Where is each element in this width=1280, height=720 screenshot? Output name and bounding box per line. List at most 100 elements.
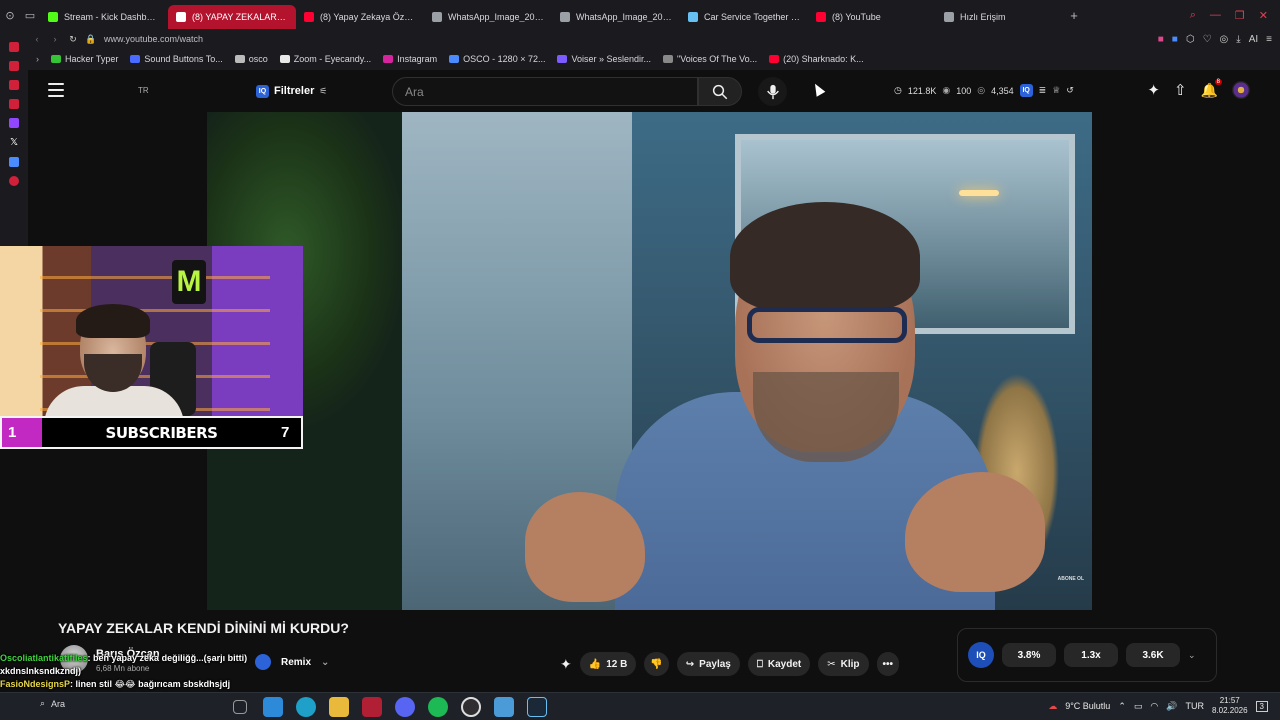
wifi-icon[interactable]: ◠ <box>1150 701 1158 712</box>
browser-tab[interactable]: WhatsApp_Image_2026-0 <box>424 5 552 29</box>
rail-history-icon[interactable] <box>9 61 19 71</box>
like-button[interactable]: 👍 12 B <box>579 652 637 676</box>
bookmark-item[interactable]: Voiser » Seslendir... <box>557 54 651 64</box>
language-indicator[interactable]: TUR <box>1185 701 1204 711</box>
iq-expand-chevron-icon[interactable]: ⌄ <box>1188 650 1196 661</box>
network-icon[interactable]: ▭ <box>1134 701 1143 712</box>
weather-text[interactable]: 9°C Bulutlu <box>1065 701 1110 711</box>
filters-button[interactable]: IQ Filtreler ⚟ <box>256 82 327 100</box>
files-icon[interactable] <box>329 697 349 717</box>
extension-pink-icon[interactable]: ■ <box>1158 34 1164 45</box>
maximize-button[interactable]: ❐ <box>1235 9 1245 22</box>
list-icon[interactable]: ≣ <box>1039 85 1047 96</box>
video-player[interactable]: ABONE OL <box>207 112 1092 610</box>
menu-icon[interactable]: ≡ <box>1266 34 1272 45</box>
voice-search-button[interactable] <box>758 77 787 106</box>
share-button[interactable]: ↪ Paylaş <box>676 652 740 676</box>
back-button[interactable]: ‹ <box>28 34 46 44</box>
browser-tab[interactable]: (8) Yapay Zekaya Özel So <box>296 5 424 29</box>
volume-icon[interactable]: 🔊 <box>1166 701 1177 712</box>
browser-tab[interactable]: Stream - Kick Dashboard <box>40 5 168 29</box>
dislike-button[interactable]: 👎 <box>644 652 669 676</box>
account-avatar[interactable] <box>1232 81 1250 99</box>
refresh-icon[interactable]: ↺ <box>1066 85 1074 96</box>
extension-blue-icon[interactable]: ■ <box>1172 34 1178 45</box>
bookmark-item[interactable]: (20) Sharknado: K... <box>769 54 864 64</box>
spotify-icon[interactable] <box>428 697 448 717</box>
rail-messages-icon[interactable] <box>9 80 19 90</box>
download-icon[interactable]: ⤓ <box>1236 34 1240 45</box>
eye-icon: ◎ <box>977 85 986 95</box>
task-view-icon[interactable] <box>233 700 247 714</box>
new-tab-button[interactable]: + <box>1064 8 1084 23</box>
search-input[interactable]: Ara <box>392 77 698 106</box>
bookmark-item[interactable]: OSCO - 1280 × 72... <box>449 54 545 64</box>
browser-tab[interactable]: (8) YouTube <box>808 5 936 29</box>
opera-icon[interactable] <box>362 697 382 717</box>
app-blue-icon[interactable] <box>494 697 514 717</box>
hamburger-menu-icon[interactable] <box>48 83 64 97</box>
reload-button[interactable]: ↻ <box>64 34 82 45</box>
search-button[interactable] <box>698 77 742 106</box>
scissors-icon: ✂ <box>827 658 836 670</box>
steam-icon[interactable] <box>527 697 547 717</box>
screenshot-icon[interactable]: ◎ <box>1220 34 1229 45</box>
rail-red-icon[interactable] <box>9 42 19 52</box>
discord-icon[interactable] <box>395 697 415 717</box>
more-dots-icon: ••• <box>882 658 894 670</box>
extensions-icon[interactable]: ⬡ <box>1186 34 1195 45</box>
clock[interactable]: 21:57 8.02.2026 <box>1212 696 1248 716</box>
iq-stats-icon[interactable]: IQ <box>1019 84 1033 97</box>
notifications-bell[interactable]: 🔔 8 <box>1201 78 1222 99</box>
rail-twitch-icon[interactable] <box>9 118 19 128</box>
bookmarks-chevron-icon[interactable]: › <box>36 54 39 64</box>
browser-tab[interactable]: WhatsApp_Image_2026-0 <box>552 5 680 29</box>
sparkle-icon[interactable]: ✦ <box>560 656 572 673</box>
close-window-button[interactable]: ✕ <box>1259 9 1268 22</box>
browser-menu-icon[interactable]: ⊙ <box>0 0 20 30</box>
trophy-icon[interactable]: ♕ <box>1052 85 1060 96</box>
browser-tab[interactable]: Hızlı Erişim <box>936 5 1064 29</box>
rail-vk-icon[interactable] <box>9 157 19 167</box>
browser-tab[interactable]: Car Service Together Stea <box>680 5 808 29</box>
browser-tab[interactable]: (8) YAPAY ZEKALAR KENDİ <box>168 4 296 29</box>
notification-center-icon[interactable]: 3 <box>1255 700 1268 712</box>
bookmark-favicon-icon <box>130 55 141 63</box>
filters-label: Filtreler <box>274 85 315 97</box>
obs-icon[interactable] <box>461 697 481 717</box>
bookmark-favicon-icon <box>51 55 61 63</box>
rail-x-icon[interactable]: 𝕏 <box>10 137 18 148</box>
video-presenter <box>525 162 1045 610</box>
iq-stats-panel: IQ 3.8% 1.3x 3.6K ⌄ <box>957 628 1217 682</box>
upload-icon[interactable]: ⇧ <box>1174 81 1187 99</box>
taskbar-search[interactable]: ⌕ Ara <box>40 698 65 709</box>
create-star-icon[interactable]: ✦ <box>1147 81 1160 99</box>
tray-expand-icon[interactable]: ⌃ <box>1118 701 1126 712</box>
tab-label: Stream - Kick Dashboard <box>64 11 160 22</box>
tab-favicon-icon <box>816 11 826 22</box>
forward-button[interactable]: › <box>46 34 64 44</box>
bookmark-item[interactable]: osco <box>234 54 268 64</box>
iq-logo[interactable]: IQ <box>968 642 994 668</box>
minimize-button[interactable]: — <box>1210 9 1221 22</box>
save-label: Kaydet <box>767 658 802 670</box>
bookmark-item[interactable]: Instagram <box>383 54 437 64</box>
tab-overview-icon[interactable]: ▭ <box>20 0 40 30</box>
bookmark-item[interactable]: Sound Buttons To... <box>130 54 223 64</box>
ai-button[interactable]: AI <box>1249 34 1258 45</box>
rail-settings-icon[interactable] <box>9 176 19 186</box>
bookmark-item[interactable]: Zoom - Eyecandy... <box>279 54 371 64</box>
save-button[interactable]: ⎕ Kaydet <box>747 652 811 676</box>
bookmark-icon[interactable]: ♡ <box>1203 34 1212 45</box>
bookmark-item[interactable]: Hacker Typer <box>51 54 118 64</box>
edge-icon[interactable] <box>296 697 316 717</box>
clip-button[interactable]: ✂ Klip <box>818 652 869 676</box>
rail-instagram-icon[interactable] <box>9 99 19 109</box>
explorer-icon[interactable] <box>263 697 283 717</box>
search-tabs-icon[interactable]: ⌕ <box>1190 9 1196 22</box>
url-field[interactable]: www.youtube.com/watch <box>104 34 203 44</box>
bookmark-item[interactable]: "Voices Of The Vo... <box>663 54 757 64</box>
more-actions-button[interactable]: ••• <box>876 652 900 676</box>
notification-badge: 8 <box>1214 78 1222 85</box>
iq-icon: IQ <box>256 84 269 98</box>
